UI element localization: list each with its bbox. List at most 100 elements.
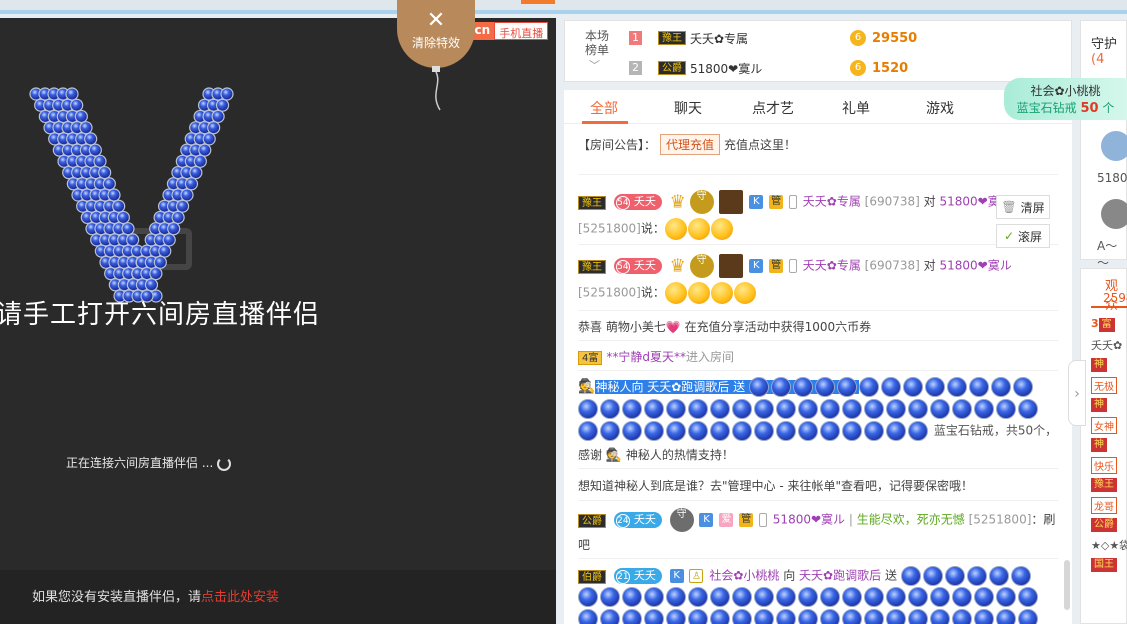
sapphire-ring-icon: [908, 399, 928, 419]
sapphire-ring-icon: [842, 609, 862, 624]
guard-name[interactable]: 51800: [1097, 171, 1127, 185]
viewer-row[interactable]: 快乐: [1091, 457, 1117, 474]
sapphire-gem-icon: [98, 165, 112, 180]
clear-effects-label: 清除特效: [411, 36, 460, 50]
sapphire-ring-icon: [578, 399, 598, 419]
gift-summary: 蓝宝石钻戒，共50个，: [933, 423, 1058, 438]
viewer-row[interactable]: 国王: [1091, 557, 1117, 572]
sapphire-ring-icon: [902, 377, 923, 397]
tab-all[interactable]: 全部: [590, 98, 618, 118]
viewer-name: 快乐: [1091, 457, 1117, 474]
chat-message-body: [5251800]说：: [578, 218, 734, 240]
viewer-row[interactable]: 神: [1091, 357, 1107, 372]
sapphire-ring-icon: [732, 399, 752, 419]
viewer-row[interactable]: 神: [1091, 397, 1107, 412]
sender-name[interactable]: 社会✿小桃桃: [709, 569, 779, 583]
room-notice: 【房间公告】： 代理充值 充值点这里！: [578, 134, 796, 155]
tab-talent[interactable]: 点才艺: [752, 98, 794, 118]
rank-coins: 29550: [872, 30, 918, 46]
scroll-screen-button[interactable]: ✓ 滚屏: [996, 224, 1050, 248]
sapphire-ring-icon: [886, 587, 906, 607]
divider: [578, 500, 1058, 501]
chevron-down-icon[interactable]: ﹀: [589, 57, 600, 73]
fan-level-name: 夭夭: [633, 569, 656, 582]
laugh-emoji-icon: [687, 282, 710, 304]
install-link[interactable]: 点击此处安装: [201, 590, 279, 605]
rank-row[interactable]: 1 豫王 夭夭✿专属 6 29550: [629, 28, 917, 48]
sapphire-ring-icon: [578, 421, 598, 441]
rank-user-name: 51800❤寞ル: [690, 61, 763, 76]
phone-icon: [758, 513, 767, 527]
viewer-badge: 神: [1091, 358, 1107, 372]
chat-message: 伯爵 21 夭夭 K ♙ 社会✿小桃桃 向 夭夭✿跑调歌后 送: [578, 566, 1033, 586]
sapphire-gem-icon: [121, 222, 135, 236]
sapphire-gem-icon: [198, 143, 212, 157]
tab-gift-list[interactable]: 礼单: [842, 98, 870, 118]
sender-name[interactable]: 51800❤寞ル: [773, 513, 845, 527]
to-text: 向: [783, 568, 796, 583]
target-name[interactable]: 夭夭✿跑调歌后: [799, 569, 881, 583]
guard-icon: 守: [669, 508, 694, 532]
tab-chat[interactable]: 聊天: [674, 98, 702, 118]
guard-name[interactable]: A～～: [1097, 237, 1126, 271]
mobile-live-label[interactable]: 手机直播: [494, 22, 549, 40]
viewer-row[interactable]: 女神: [1091, 417, 1117, 434]
sender-name[interactable]: 夭夭✿专属: [803, 259, 861, 273]
sapphire-gem-icon: [74, 109, 88, 124]
sapphire-ring-icon: [820, 609, 840, 624]
fan-level-number: 24: [615, 514, 630, 528]
sapphire-ring-icon: [836, 377, 857, 397]
sapphire-ring-icon: [578, 609, 598, 624]
agent-recharge-tag[interactable]: 代理充值: [660, 134, 721, 155]
viewer-row[interactable]: 公爵: [1091, 517, 1117, 532]
clear-screen-button[interactable]: 🗑 清屏: [996, 195, 1050, 219]
tab-games[interactable]: 游戏: [926, 98, 954, 118]
chat-tabs: 全部 聊天 点才艺 礼单 游戏: [564, 90, 1072, 124]
sapphire-ring-icon: [622, 421, 642, 441]
fan-level-number: 54: [615, 196, 630, 210]
check-icon: ✓: [1003, 229, 1015, 243]
sapphire-ring-icon: [798, 421, 818, 441]
sapphire-ring-icon: [930, 609, 950, 624]
sapphire-ring-icon: [900, 566, 921, 586]
fan-level-badge: 24 夭夭: [613, 512, 662, 528]
gem-v-strokes: [29, 87, 234, 303]
target-name[interactable]: 51800❤寞ル: [940, 259, 1012, 273]
sapphire-ring-icon: [996, 399, 1016, 419]
noble-badge: 伯爵: [578, 569, 606, 584]
viewer-row[interactable]: 3富: [1091, 317, 1115, 332]
grin-emoji-icon: [687, 218, 710, 240]
sender-name[interactable]: 夭夭✿专属: [803, 195, 861, 209]
coin-icon: 6: [850, 60, 866, 76]
guard-count: (4: [1091, 52, 1105, 67]
sapphire-ring-icon: [996, 609, 1016, 624]
sapphire-ring-icon: [952, 399, 972, 419]
avatar[interactable]: [1101, 131, 1127, 161]
mobile-live-bar[interactable]: .cn 手机直播: [466, 22, 549, 40]
sapphire-ring-icon: [600, 587, 620, 607]
viewer-row[interactable]: 无极: [1091, 377, 1117, 394]
chat-scrollbar[interactable]: [1064, 560, 1070, 610]
gem-group: [748, 377, 859, 397]
viewer-name: ★◇★袋: [1091, 539, 1127, 552]
viewer-row[interactable]: 豫王: [1091, 477, 1117, 492]
ranking-label[interactable]: 本场 榜单: [577, 29, 617, 57]
noble-badge: 豫王: [578, 259, 606, 274]
guard-title[interactable]: 守护(4: [1091, 33, 1126, 67]
rank-row[interactable]: 2 公爵 51800❤寞ル 6 1520: [629, 58, 908, 78]
laugh-emoji-icon: [664, 282, 687, 304]
viewer-row[interactable]: 龙哥: [1091, 497, 1117, 514]
viewer-row[interactable]: ★◇★袋: [1091, 537, 1127, 553]
viewer-name: 女神: [1091, 417, 1117, 434]
sapphire-ring-icon: [622, 587, 642, 607]
enter-user[interactable]: **宁静d夏天**: [606, 350, 686, 364]
expand-arrow-icon[interactable]: ›: [1068, 360, 1086, 426]
sapphire-ring-icon: [798, 399, 818, 419]
viewer-row[interactable]: 神: [1091, 437, 1107, 452]
viewer-row[interactable]: 夭夭✿: [1091, 337, 1122, 353]
sapphire-ring-icon: [748, 377, 769, 397]
sapphire-ring-icon: [644, 399, 664, 419]
avatar[interactable]: [1101, 199, 1127, 229]
notice-text[interactable]: 充值点这里！: [724, 138, 796, 152]
gem-group: [578, 399, 1040, 419]
